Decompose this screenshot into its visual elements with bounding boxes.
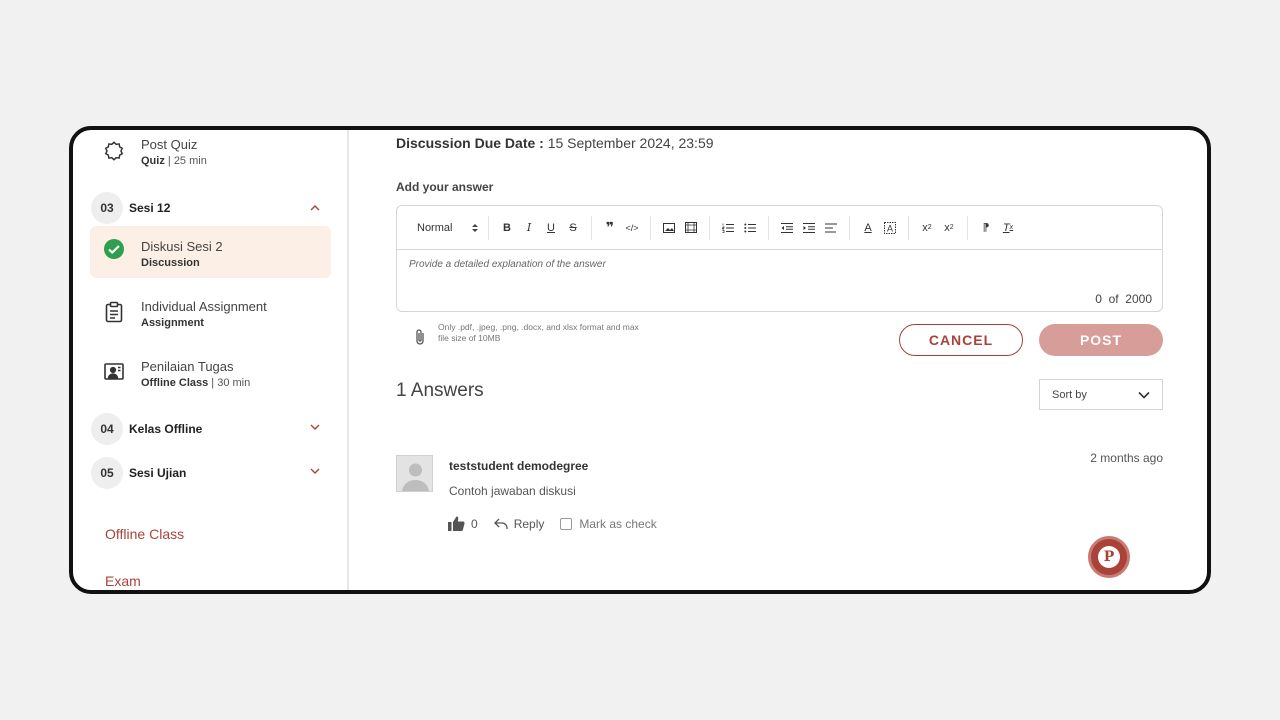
underline-icon[interactable]: U [540, 217, 562, 239]
chevron-down-icon [1138, 391, 1150, 399]
toolbar-group-lists [710, 215, 769, 240]
like-button[interactable]: 0 [448, 516, 478, 531]
format-select-value: Normal [417, 221, 453, 234]
discussion-panel: Discussion Due Date : 15 September 2024,… [351, 130, 1207, 590]
section-header-sesi-ujian[interactable]: 05 Sesi Ujian [91, 457, 331, 489]
sidebar-item-penilaian-tugas[interactable]: Penilaian Tugas Offline Class | 30 min [91, 353, 331, 393]
mark-label: Mark as check [579, 516, 657, 531]
due-date: Discussion Due Date : 15 September 2024,… [396, 135, 714, 151]
clear-format-icon[interactable]: Tx [997, 217, 1019, 239]
help-chat-button[interactable]: P [1088, 536, 1130, 578]
course-sidebar: Post Quiz Quiz | 25 min 03 Sesi 12 Disku… [73, 130, 349, 590]
section-number: 04 [91, 413, 123, 445]
answers-count-title: 1 Answers [396, 380, 484, 401]
puzzle-star-icon [104, 141, 124, 161]
reply-button[interactable]: Reply [493, 516, 545, 531]
toolbar-group-script: x2 x2 [909, 215, 968, 240]
brand-logo-icon: P [1098, 546, 1120, 568]
text-direction-icon[interactable]: ⁋ [975, 217, 997, 239]
toolbar-group-text: B I U S [489, 215, 592, 240]
italic-icon[interactable]: I [518, 217, 540, 239]
chevron-down-icon [310, 468, 320, 474]
sidebar-item-meta: Quiz | 25 min [141, 155, 207, 167]
ordered-list-icon[interactable] [717, 217, 739, 239]
user-placeholder-icon [402, 463, 429, 491]
section-title: Kelas Offline [129, 422, 203, 436]
reply-icon [493, 518, 508, 529]
sort-select-label: Sort by [1052, 388, 1087, 401]
thumbs-up-icon [448, 516, 465, 531]
superscript-icon[interactable]: x2 [938, 217, 960, 239]
strikethrough-icon[interactable]: S [562, 217, 584, 239]
toolbar-group-misc: ⁋ Tx [968, 216, 1026, 240]
editor-input[interactable]: Provide a detailed explanation of the an… [409, 259, 606, 270]
avatar [396, 455, 433, 492]
image-icon[interactable] [658, 217, 680, 239]
answer-author[interactable]: teststudent demodegree [449, 459, 588, 473]
sidebar-item-diskusi[interactable]: Diskusi Sesi 2 Discussion [91, 234, 331, 274]
section-header-kelas-offline[interactable]: 04 Kelas Offline [91, 413, 331, 445]
align-left-icon[interactable] [820, 217, 842, 239]
sidebar-item-title: Post Quiz [141, 137, 198, 152]
section-header-sesi-12[interactable]: 03 Sesi 12 [91, 192, 331, 224]
blockquote-icon[interactable]: ❞ [599, 217, 621, 239]
video-icon[interactable] [680, 217, 702, 239]
section-title: Sesi 12 [129, 201, 171, 215]
answer-actions: 0 Reply Mark as check [448, 516, 673, 531]
toolbar-group-block: ❞ </> [592, 215, 651, 240]
sidebar-item-meta: Offline Class | 30 min [141, 377, 251, 389]
classroom-board-icon [104, 363, 124, 380]
bold-icon[interactable]: B [496, 217, 518, 239]
check-circle-icon [104, 239, 124, 259]
attachment-note: Only .pdf, .jpeg, .png, .docx, and xlsx … [438, 322, 639, 343]
format-select[interactable]: Normal [407, 215, 489, 240]
section-title: Sesi Ujian [129, 466, 187, 480]
answer-timestamp: 2 months ago [1090, 451, 1163, 465]
bullet-list-icon[interactable] [739, 217, 761, 239]
indent-icon[interactable] [798, 217, 820, 239]
outdent-icon[interactable] [776, 217, 798, 239]
clipboard-icon [105, 301, 123, 323]
mark-as-check[interactable]: Mark as check [560, 516, 657, 531]
sidebar-item-individual-assignment[interactable]: Individual Assignment Assignment [91, 293, 331, 333]
section-number: 05 [91, 457, 123, 489]
toolbar-group-indent [769, 215, 850, 240]
post-button[interactable]: POST [1039, 324, 1163, 356]
text-color-icon[interactable]: A [857, 217, 879, 239]
toolbar-group-media [651, 215, 710, 240]
subscript-icon[interactable]: x2 [916, 217, 938, 239]
reply-label: Reply [513, 516, 545, 531]
code-icon[interactable]: </> [621, 217, 643, 239]
add-answer-label: Add your answer [396, 180, 494, 194]
sidebar-link-offline-class[interactable]: Offline Class [105, 526, 184, 542]
app-window: Post Quiz Quiz | 25 min 03 Sesi 12 Disku… [69, 126, 1211, 594]
sidebar-item-title: Individual Assignment [141, 299, 267, 314]
chevron-up-icon [310, 205, 320, 211]
like-count: 0 [471, 516, 478, 531]
toolbar-group-color: A A [850, 215, 909, 240]
rich-text-editor: Normal B I U S ❞ </> A A x 2 x 2 ⁋ T x P… [396, 205, 1163, 312]
sidebar-item-title: Diskusi Sesi 2 [141, 239, 223, 254]
sidebar-item-post-quiz[interactable]: Post Quiz Quiz | 25 min [91, 134, 331, 174]
section-number: 03 [91, 192, 123, 224]
sidebar-link-exam[interactable]: Exam [105, 573, 141, 589]
mark-checkbox[interactable] [560, 517, 573, 530]
paperclip-icon[interactable] [413, 328, 427, 346]
sort-select[interactable]: Sort by [1039, 379, 1163, 410]
sidebar-item-meta: Discussion [141, 257, 200, 269]
updown-icon [472, 223, 478, 232]
character-counter: 0 of 2000 [1095, 292, 1152, 306]
svg-text:A: A [887, 223, 893, 233]
editor-toolbar: Normal B I U S ❞ </> A A x 2 x 2 ⁋ T x [397, 206, 1162, 250]
answer-text: Contoh jawaban diskusi [449, 484, 576, 498]
sidebar-item-title: Penilaian Tugas [141, 359, 234, 374]
background-color-icon[interactable]: A [879, 217, 901, 239]
cancel-button[interactable]: CANCEL [899, 324, 1023, 356]
chevron-down-icon [310, 424, 320, 430]
sidebar-item-meta: Assignment [141, 317, 204, 329]
